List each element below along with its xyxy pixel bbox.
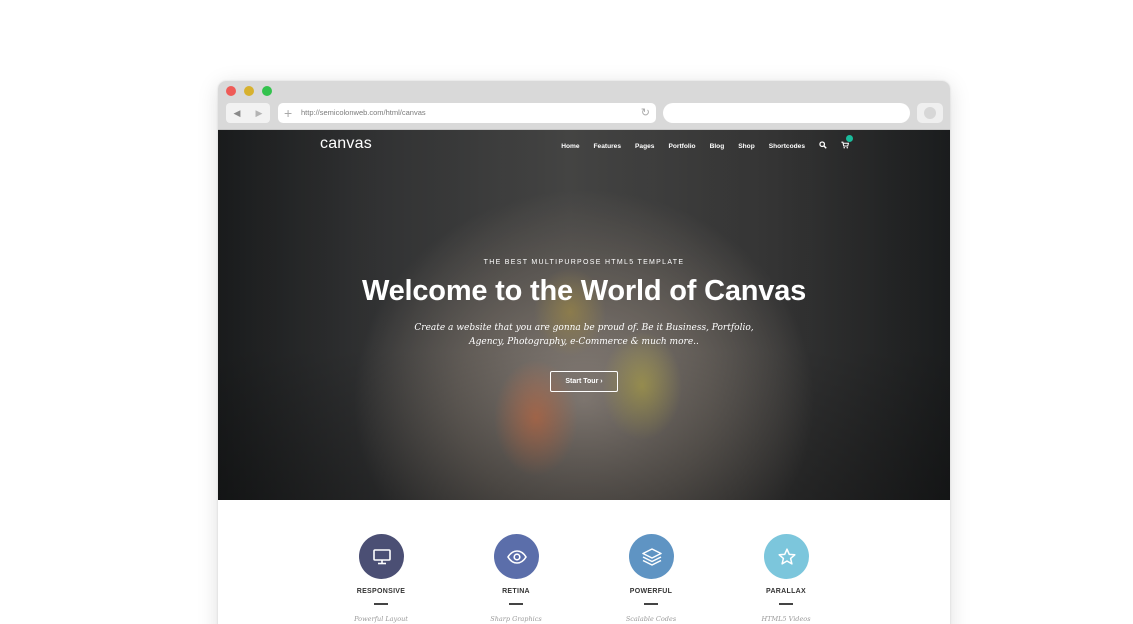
nav-home[interactable]: Home [561,143,579,150]
eye-icon [506,549,527,564]
hero-kicker: THE BEST MULTIPURPOSE HTML5 TEMPLATE [483,259,685,266]
feature-title: POWERFUL [629,588,673,595]
chevron-right-icon: › [600,378,603,385]
minimize-window-button[interactable] [244,86,254,96]
nav-portfolio[interactable]: Portfolio [668,143,695,150]
feature-divider [779,603,793,605]
feature-title: RESPONSIVE [356,588,406,595]
hero-description-line-1: Create a website that you are gonna be p… [414,323,754,333]
new-tab-icon[interactable]: + [284,103,292,123]
main-nav: Home Features Pages Portfolio Blog Shop … [561,135,853,151]
maximize-window-button[interactable] [262,86,272,96]
nav-shop[interactable]: Shop [738,143,754,150]
feature-icon-circle [494,534,539,579]
feature-icon-circle [764,534,809,579]
feature-icon-circle [359,534,404,579]
feature-divider [509,603,523,605]
address-bar[interactable]: + http://semicolonweb.com/html/canvas ↻ [278,103,656,123]
forward-icon[interactable]: ▶ [248,103,270,123]
cart-icon[interactable] [841,135,853,151]
hero-section: canvas Home Features Pages Portfolio Blo… [218,130,950,500]
back-icon[interactable]: ◀ [226,103,248,123]
start-tour-label: Start Tour [565,378,599,385]
history-buttons: ◀ ▶ [226,103,270,123]
feature-divider [374,603,388,605]
start-tour-button[interactable]: Start Tour › [550,371,618,392]
nav-shortcodes[interactable]: Shortcodes [769,143,805,150]
feature-subtitle: HTML5 Videos [761,615,811,623]
search-icon[interactable] [819,141,827,151]
feature-subtitle: Scalable Codes [625,615,677,623]
browser-toolbar: ◀ ▶ + http://semicolonweb.com/html/canva… [218,81,950,130]
browser-search-input[interactable] [663,103,910,123]
cart-badge [846,135,853,142]
extension-icon [924,107,936,119]
feature-subtitle: Sharp Graphics [490,615,542,623]
nav-blog[interactable]: Blog [710,143,725,150]
extension-button[interactable] [917,103,943,123]
feature-title: RETINA [502,588,530,595]
feature-icon-circle [629,534,674,579]
feature-divider [644,603,658,605]
layers-icon [641,547,662,566]
feature-subtitle: Powerful Layout [354,615,408,623]
star-icon [777,547,796,565]
monitor-icon [372,548,391,564]
nav-features[interactable]: Features [594,143,622,150]
site-logo[interactable]: canvas [320,135,372,153]
hero-title: Welcome to the World of Canvas [361,275,807,307]
hero-description: Create a website that you are gonna be p… [218,321,950,349]
address-url[interactable]: http://semicolonweb.com/html/canvas [301,103,426,123]
features-section: RESPONSIVE Powerful Layout RETINA Sharp … [218,500,950,624]
close-window-button[interactable] [226,86,236,96]
browser-window: ◀ ▶ + http://semicolonweb.com/html/canva… [218,81,950,624]
reload-icon[interactable]: ↻ [641,103,650,123]
hero-description-line-2: Agency, Photography, e-Commerce & much m… [469,337,699,347]
nav-pages[interactable]: Pages [635,143,654,150]
feature-title: PARALLAX [766,588,806,595]
